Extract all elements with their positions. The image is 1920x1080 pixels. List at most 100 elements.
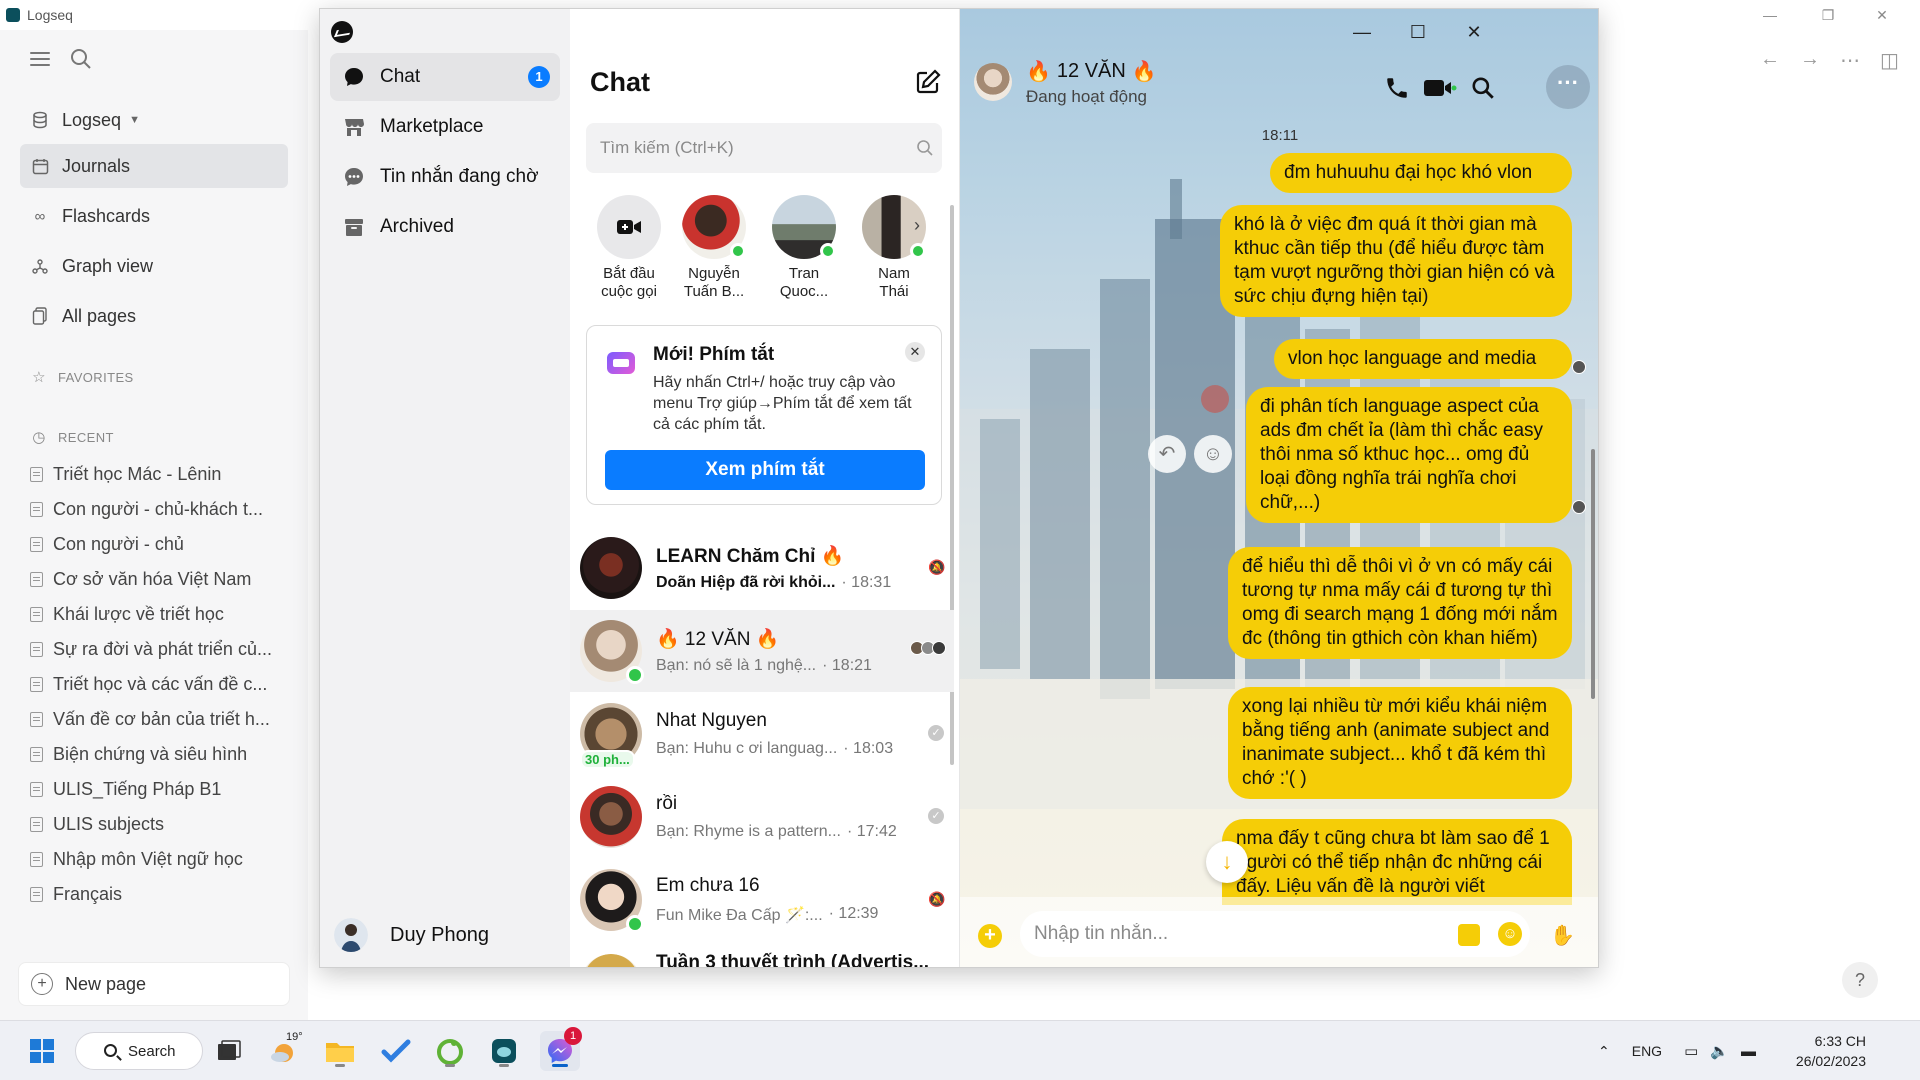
recent-header[interactable]: ◷ RECENT [30,428,114,446]
contact-story[interactable]: Nguyễn Tuấn B... [669,195,759,301]
grammarly-like-app-icon[interactable] [430,1031,470,1071]
new-page-button[interactable]: + New page [18,962,290,1006]
recent-item[interactable]: Cơ sở văn hóa Việt Nam [30,569,290,590]
avatar[interactable] [974,63,1012,101]
sidebar-toggle-icon[interactable]: ◫ [1880,48,1899,73]
nav-flashcards[interactable]: ∞ Flashcards [20,194,288,238]
conversation-scrollbar[interactable] [1591,449,1595,699]
phone-icon[interactable] [1384,75,1410,101]
contact-story[interactable]: Nam Thái [849,195,939,301]
logseq-app-icon[interactable] [484,1031,524,1071]
minimize-icon[interactable]: — [1340,17,1384,47]
forward-arrow-icon[interactable]: → [1800,48,1820,71]
messenger-app-icon[interactable]: 1 [540,1027,582,1071]
recent-item[interactable]: Sự ra đời và phát triển củ... [30,639,290,660]
message-composer: + ☺ ✋ [960,897,1598,967]
windows-start-icon[interactable] [22,1031,62,1071]
recent-item[interactable]: Triết học và các vấn đề c... [30,674,290,695]
plus-icon[interactable]: + [978,924,1002,948]
conversation-item[interactable]: 🔥 12 VĂN 🔥 Bạn: nó sẽ là 1 nghệ... · 18:… [570,610,954,692]
battery-icon[interactable]: ▬ [1741,1043,1756,1060]
task-view-icon[interactable] [208,1031,248,1071]
back-arrow-icon[interactable]: ← [1760,48,1780,71]
contact-story[interactable]: Tran Quoc... [759,195,849,301]
recent-item[interactable]: ULIS_Tiếng Pháp B1 [30,779,290,800]
conversation-item[interactable]: Em chưa 16 Fun Mike Đa Cấp 🪄:... · 12:39… [570,859,954,941]
conversation-item[interactable]: 30 ph... Nhat Nguyen Bạn: Huhu c ơi lang… [570,693,954,775]
nav-graph-view[interactable]: Graph view [20,244,288,288]
conversation-title[interactable]: 🔥 12 VĂN 🔥 [1026,59,1157,84]
custom-reaction-icon[interactable]: ✋ [1550,923,1575,947]
help-button[interactable]: ? [1842,962,1878,998]
avatar: 30 ph... [580,703,642,769]
conversation-time: · 17:42 [846,823,897,840]
language-indicator[interactable]: ENG [1632,1043,1662,1059]
profile-button[interactable]: Duy Phong [334,915,489,955]
search-icon[interactable] [70,48,92,70]
message-bubble[interactable]: xong lại nhiều từ mới kiểu khái niệm bằn… [1228,687,1572,799]
recent-item[interactable]: Triết học Mác - Lênin [30,464,290,485]
message-bubble[interactable]: đm huhuuhu đại học khó vlon [1270,153,1572,193]
recent-item[interactable]: Con người - chủ [30,534,290,555]
message-bubble[interactable]: nma đấy t cũng chưa bt làm sao để 1 ngườ… [1222,819,1572,905]
avatar [682,195,746,259]
recent-item-label: ULIS_Tiếng Pháp B1 [53,779,222,799]
recent-item[interactable]: Con người - chủ-khách t... [30,499,290,520]
reply-icon[interactable]: ↶ [1148,435,1186,473]
menu-icon[interactable] [30,52,50,68]
close-icon[interactable]: ✕ [1452,17,1496,47]
close-icon[interactable]: ✕ [905,342,925,362]
recent-item[interactable]: Nhập môn Việt ngữ học [30,849,290,870]
scroll-down-arrow-icon[interactable]: ↓ [1206,841,1248,883]
file-explorer-icon[interactable] [320,1031,360,1071]
recent-item[interactable]: Vấn đề cơ bản của triết h... [30,709,290,730]
recent-item-label: Khái lược về triết học [53,604,224,624]
conversation-item[interactable]: LEARN Chăm Chỉ 🔥 Doãn Hiệp đã rời khỏi..… [570,527,954,609]
conversation-item[interactable]: Tuần 3 thuyết trình (Advertis... [570,942,954,967]
compose-icon[interactable] [915,69,941,95]
emoji-icon[interactable]: ☺ [1498,922,1522,946]
sticker-icon[interactable] [1458,924,1480,946]
maximize-icon[interactable]: ❐ [1808,3,1848,27]
chevron-right-icon[interactable]: › [914,215,936,237]
recent-item[interactable]: Biện chứng và siêu hình [30,744,290,765]
system-clock[interactable]: 6:33 CH 26/02/2023 [1776,1031,1866,1071]
message-bubble[interactable]: đi phân tích language aspect của ads đm … [1246,387,1572,523]
taskbar-search[interactable]: Search [75,1032,203,1070]
nav-message-requests[interactable]: Tin nhắn đang chờ [330,153,560,201]
conversation-item[interactable]: rồi Bạn: Rhyme is a pattern... · 17:42 ✓ [570,776,954,858]
search-input[interactable] [586,123,942,173]
todo-app-icon[interactable] [376,1031,416,1071]
react-emoji-icon[interactable]: ☺ [1194,435,1232,473]
more-icon[interactable]: ⋯ [1840,48,1860,73]
nav-all-pages[interactable]: All pages [20,294,288,338]
message-input[interactable] [1020,911,1530,957]
maximize-icon[interactable]: ☐ [1396,17,1440,47]
avatar [580,786,642,848]
view-shortcuts-button[interactable]: Xem phím tắt [605,450,925,490]
message-bubble[interactable]: để hiểu thì dễ thôi vì ở vn có mấy cái t… [1228,547,1572,659]
start-call-story[interactable]: Bắt đầu cuộc gọi [584,195,674,301]
profile-name: Duy Phong [390,923,489,946]
message-bubble[interactable]: khó là ở việc đm quá ít thời gian mà kth… [1220,205,1572,317]
conversation-pane: — ☐ ✕ 🔥 12 VĂN 🔥 Đang hoạt động ··· 18:1… [960,9,1598,967]
minimize-icon[interactable]: — [1750,3,1790,27]
nav-marketplace[interactable]: Marketplace [330,103,560,151]
nav-journals[interactable]: Journals [20,144,288,188]
recent-item[interactable]: Khái lược về triết học [30,604,290,625]
close-icon[interactable]: ✕ [1862,3,1902,27]
more-options-icon[interactable]: ··· [1546,65,1590,109]
video-call-icon[interactable] [1423,75,1457,101]
message-bubble[interactable]: vlon học language and media [1274,339,1572,379]
search-icon[interactable] [1470,75,1496,101]
nav-archived[interactable]: Archived [330,203,560,251]
recent-item[interactable]: ULIS subjects [30,814,290,835]
network-icon[interactable]: ▭ [1684,1042,1698,1060]
nav-chat[interactable]: Chat 1 [330,53,560,101]
volume-icon[interactable]: 🔈 [1710,1042,1729,1060]
recent-item[interactable]: Français [30,884,290,905]
page-icon [30,782,43,797]
favorites-header[interactable]: ☆ FAVORITES [30,368,134,386]
chevron-up-icon[interactable]: ⌃ [1598,1043,1610,1060]
graph-selector[interactable]: Logseq ▼ [20,98,288,142]
